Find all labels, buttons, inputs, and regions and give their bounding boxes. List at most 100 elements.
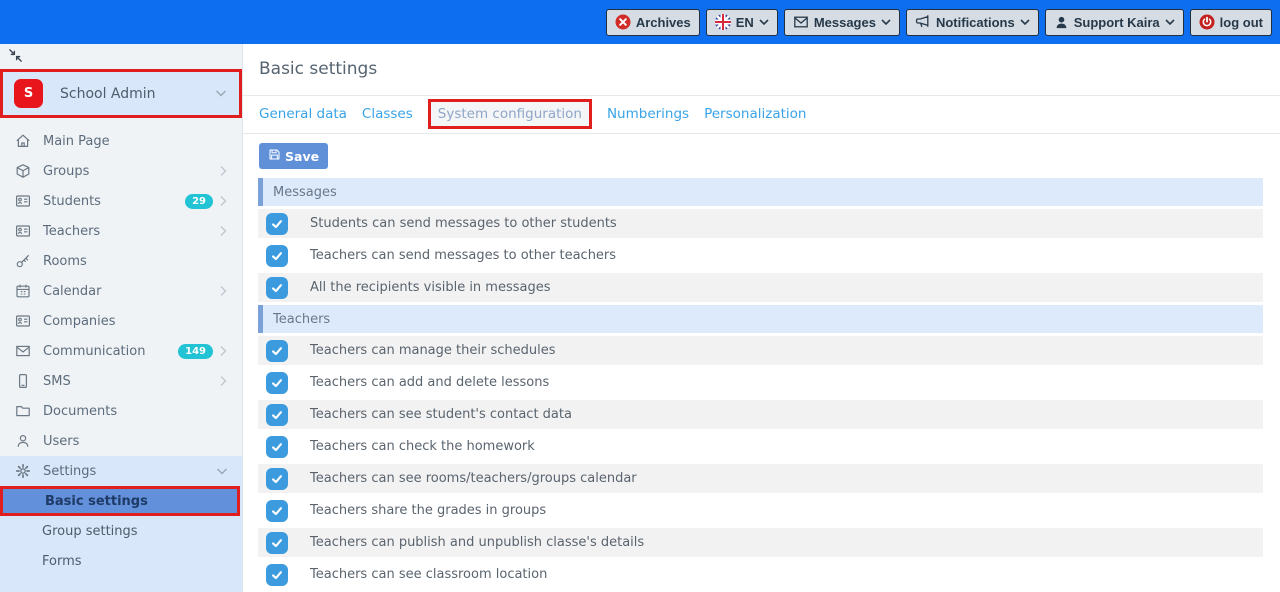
- checkbox-checked[interactable]: [266, 564, 288, 586]
- checkbox-checked[interactable]: [266, 245, 288, 267]
- tabs-row: General data Classes System configuratio…: [243, 96, 1280, 134]
- archives-icon: [615, 14, 631, 30]
- sidebar-item-label: Documents: [43, 404, 228, 419]
- archives-label: Archives: [636, 15, 691, 30]
- setting-row: Teachers can publish and unpublish class…: [258, 528, 1263, 557]
- sidebar-item-settings[interactable]: Settings: [0, 456, 242, 486]
- setting-label: All the recipients visible in messages: [310, 280, 551, 295]
- messages-label: Messages: [814, 15, 876, 30]
- checkbox-checked[interactable]: [266, 404, 288, 426]
- tab-general-data[interactable]: General data: [259, 106, 347, 122]
- checkbox-checked[interactable]: [266, 213, 288, 235]
- archives-button[interactable]: Archives: [606, 9, 700, 36]
- main-content: Basic settings General data Classes Syst…: [243, 44, 1280, 592]
- setting-row: Teachers can see rooms/teachers/groups c…: [258, 464, 1263, 493]
- setting-label: Teachers can add and delete lessons: [310, 375, 549, 390]
- chevron-down-icon: [759, 18, 769, 26]
- notifications-button[interactable]: Notifications: [906, 9, 1039, 36]
- profile-name: School Admin: [60, 86, 215, 102]
- tab-system-configuration[interactable]: System configuration: [428, 99, 592, 129]
- section-header-teachers: Teachers: [258, 305, 1263, 333]
- tab-numberings[interactable]: Numberings: [607, 106, 689, 122]
- setting-label: Teachers can manage their schedules: [310, 343, 556, 358]
- checkbox-checked[interactable]: [266, 277, 288, 299]
- settings-group: Settings Basic settings Group settings F…: [0, 456, 242, 592]
- sidebar-item-label: SMS: [43, 374, 219, 389]
- chevron-right-icon: [219, 285, 228, 297]
- avatar: S: [14, 79, 43, 108]
- sidebar-item-main-page[interactable]: Main Page: [0, 126, 242, 156]
- id-card-icon: [14, 223, 32, 239]
- language-button[interactable]: EN: [706, 9, 778, 36]
- tab-classes[interactable]: Classes: [362, 106, 413, 122]
- checkbox-checked[interactable]: [266, 372, 288, 394]
- notifications-label: Notifications: [936, 15, 1015, 30]
- checkbox-checked[interactable]: [266, 468, 288, 490]
- sidebar-item-calendar[interactable]: Calendar: [0, 276, 242, 306]
- section-header-messages: Messages: [258, 178, 1263, 206]
- setting-label: Teachers share the grades in groups: [310, 503, 546, 518]
- save-button[interactable]: Save: [259, 143, 328, 169]
- setting-row: Teachers can manage their schedules: [258, 336, 1263, 365]
- settings-panel: Messages Students can send messages to o…: [258, 178, 1263, 592]
- user-icon: [1054, 15, 1069, 30]
- setting-row: Teachers can check the homework: [258, 432, 1263, 461]
- checkbox-checked[interactable]: [266, 340, 288, 362]
- tab-personalization[interactable]: Personalization: [704, 106, 806, 122]
- section-rows-messages: Students can send messages to other stud…: [258, 209, 1263, 302]
- sidebar-item-students[interactable]: Students 29: [0, 186, 242, 216]
- school-admin-profile[interactable]: S School Admin: [0, 69, 242, 118]
- sidebar-subitem-group-settings[interactable]: Group settings: [0, 516, 242, 546]
- checkbox-checked[interactable]: [266, 500, 288, 522]
- sidebar-item-groups[interactable]: Groups: [0, 156, 242, 186]
- setting-row: Students can send messages to other stud…: [258, 209, 1263, 238]
- folder-icon: [14, 403, 32, 419]
- sidebar-item-label: Rooms: [43, 254, 228, 269]
- setting-row: Teachers can see classroom location: [258, 560, 1263, 589]
- sidebar-subitem-label: Basic settings: [45, 494, 148, 509]
- setting-label: Teachers can see classroom location: [310, 567, 547, 582]
- gear-icon: [14, 463, 32, 479]
- collapse-sidebar-icon[interactable]: [8, 48, 23, 63]
- logout-button[interactable]: log out: [1190, 9, 1272, 36]
- sidebar-item-label: Main Page: [43, 134, 228, 149]
- sidebar-item-rooms[interactable]: Rooms: [0, 246, 242, 276]
- checkbox-checked[interactable]: [266, 436, 288, 458]
- sidebar-item-companies[interactable]: Companies: [0, 306, 242, 336]
- sidebar-item-label: Groups: [43, 164, 219, 179]
- sidebar-item-communication[interactable]: Communication 149: [0, 336, 242, 366]
- sidebar-item-users[interactable]: Users: [0, 426, 242, 456]
- messages-button[interactable]: Messages: [784, 9, 900, 36]
- cube-icon: [14, 163, 32, 179]
- chevron-right-icon: [219, 165, 228, 177]
- phone-icon: [14, 373, 32, 389]
- envelope-icon: [793, 14, 809, 30]
- sidebar-item-documents[interactable]: Documents: [0, 396, 242, 426]
- key-icon: [14, 253, 32, 269]
- envelope-icon: [14, 343, 32, 359]
- support-user-button[interactable]: Support Kaira: [1045, 9, 1184, 36]
- setting-label: Students can send messages to other stud…: [310, 216, 617, 231]
- sidebar-item-teachers[interactable]: Teachers: [0, 216, 242, 246]
- setting-row: Teachers can add and delete lessons: [258, 368, 1263, 397]
- chevron-right-icon: [219, 375, 228, 387]
- sidebar-menu: Main Page Groups Students 29 Teachers Ro…: [0, 118, 242, 456]
- sidebar-subitem-forms[interactable]: Forms: [0, 546, 242, 576]
- checkbox-checked[interactable]: [266, 532, 288, 554]
- sidebar-item-sms[interactable]: SMS: [0, 366, 242, 396]
- sidebar-subitem-basic-settings[interactable]: Basic settings: [0, 486, 240, 516]
- chevron-right-icon: [219, 345, 228, 357]
- sidebar: S School Admin Main Page Groups Students…: [0, 44, 243, 592]
- section-title: Messages: [273, 185, 337, 200]
- section-title: Teachers: [273, 312, 330, 327]
- chevron-down-icon: [881, 18, 891, 26]
- count-badge: 149: [178, 344, 213, 359]
- chevron-down-icon: [215, 89, 227, 98]
- setting-label: Teachers can publish and unpublish class…: [310, 535, 644, 550]
- id-card-icon: [14, 193, 32, 209]
- setting-row: Teachers can see student's contact data: [258, 400, 1263, 429]
- calendar-icon: [14, 283, 32, 299]
- uk-flag-icon: [715, 14, 731, 30]
- home-icon: [14, 133, 32, 149]
- power-icon: [1199, 14, 1215, 30]
